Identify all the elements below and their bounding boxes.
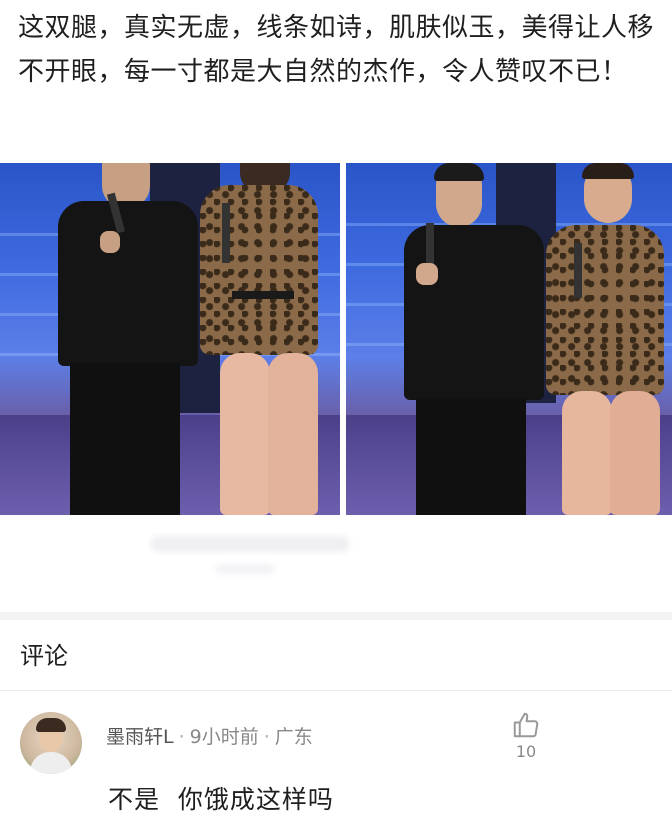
like-button[interactable]: 10 xyxy=(508,710,544,761)
comment-text: 不是 你饿成这样吗 xyxy=(108,785,334,814)
comment-time: 9小时前 xyxy=(189,726,259,748)
photo-gallery xyxy=(0,163,672,515)
like-count: 10 xyxy=(515,742,537,761)
comment-meta: 墨雨轩L · 9小时前 · 广东 xyxy=(106,722,313,749)
section-divider xyxy=(0,612,672,620)
blurred-watermark xyxy=(150,536,350,552)
meta-separator: · xyxy=(263,726,270,748)
avatar-body xyxy=(30,752,72,774)
meta-separator: · xyxy=(178,726,185,748)
photo-left[interactable] xyxy=(0,163,340,515)
divider-line xyxy=(0,690,672,691)
avatar[interactable] xyxy=(20,712,82,774)
avatar-hair xyxy=(36,718,66,732)
comment-location: 广东 xyxy=(274,726,313,748)
blurred-watermark xyxy=(215,564,275,574)
photo-right[interactable] xyxy=(346,163,672,515)
thumbs-up-icon xyxy=(513,712,539,738)
comments-title: 评论 xyxy=(20,642,68,670)
comment-username[interactable]: 墨雨轩L xyxy=(106,726,174,748)
post-text: 这双腿，真实无虚，线条如诗，肌肤似玉，美得让人移不开眼，每一寸都是大自然的杰作，… xyxy=(18,13,655,87)
